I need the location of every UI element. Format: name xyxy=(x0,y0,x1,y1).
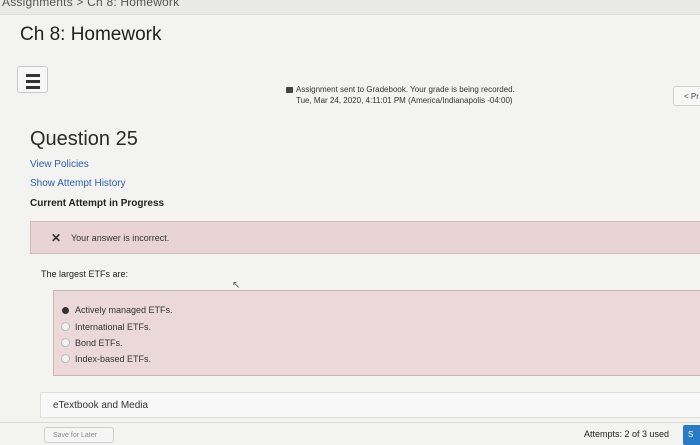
breadcrumb[interactable]: Assignments > Ch 8: Homework xyxy=(2,0,179,9)
page-title: Ch 8: Homework xyxy=(20,24,162,45)
option-index-based[interactable]: Index-based ETFs. xyxy=(61,354,151,364)
radio-icon[interactable] xyxy=(61,354,70,363)
radio-icon[interactable] xyxy=(61,338,70,347)
etextbook-media-label: eTextbook and Media xyxy=(53,400,149,411)
option-bond[interactable]: Bond ETFs. xyxy=(61,338,123,348)
gradebook-status: Assignment sent to Gradebook. Your grade… xyxy=(286,84,515,106)
hamburger-icon xyxy=(26,74,40,92)
gradebook-line-2: Tue, Mar 24, 2020, 4:11:01 PM (America/I… xyxy=(296,96,513,105)
show-attempt-history-link[interactable]: Show Attempt History xyxy=(30,178,126,189)
view-policies-link[interactable]: View Policies xyxy=(30,159,89,170)
option-international[interactable]: International ETFs. xyxy=(61,322,151,332)
x-mark-icon: ✕ xyxy=(51,231,62,245)
feedback-message: Your answer is incorrect. xyxy=(71,233,170,243)
lock-icon xyxy=(286,87,293,93)
attempts-counter: Attempts: 2 of 3 used xyxy=(584,429,670,439)
menu-button[interactable] xyxy=(17,66,48,93)
gradebook-line-1: Assignment sent to Gradebook. Your grade… xyxy=(296,85,515,94)
submit-button[interactable]: S xyxy=(683,425,700,445)
previous-question-button[interactable]: < Pr xyxy=(673,86,700,106)
top-strip: Assignments > Ch 8: Homework xyxy=(0,0,700,15)
radio-selected-icon[interactable] xyxy=(62,307,69,314)
radio-icon[interactable] xyxy=(61,322,70,331)
current-attempt-label: Current Attempt in Progress xyxy=(30,198,165,209)
etextbook-media-section[interactable]: eTextbook and Media xyxy=(40,392,700,418)
save-for-later-button[interactable]: Save for Later xyxy=(44,427,114,443)
answer-options-box: Actively managed ETFs. International ETF… xyxy=(53,290,700,376)
question-title: Question 25 xyxy=(30,128,138,150)
option-actively-managed[interactable]: Actively managed ETFs. xyxy=(61,305,173,315)
incorrect-feedback-banner: ✕ Your answer is incorrect. xyxy=(30,221,700,254)
question-prompt: The largest ETFs are: xyxy=(41,269,129,279)
divider xyxy=(0,422,700,423)
